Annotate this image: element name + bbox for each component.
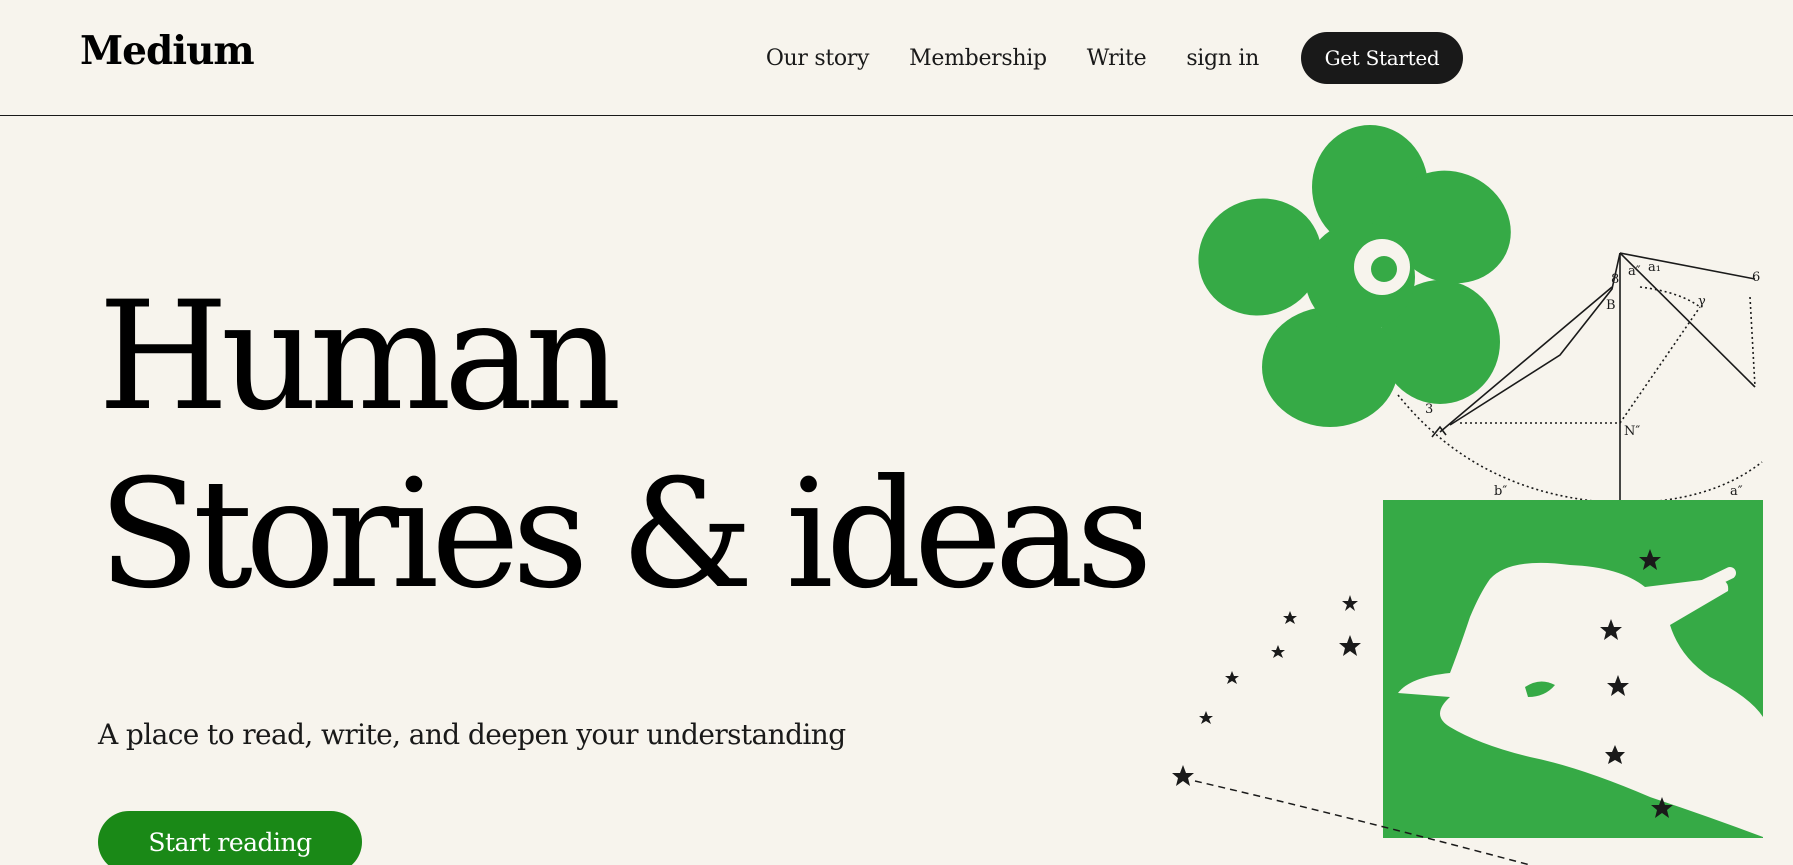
medium-logo[interactable]: Medium (80, 28, 255, 74)
hero-title: Human Stories & ideas (98, 268, 1153, 624)
label-a1: a₁ (1648, 260, 1661, 275)
label-gamma: γ (1698, 294, 1706, 309)
hero-illustration: B N″ E 3 6 8 a₁ a″ γ b″ a″ (1172, 125, 1763, 865)
nav-sign-in-link[interactable]: sign in (1186, 46, 1259, 71)
hero-title-line-2: Stories & ideas (98, 448, 1153, 622)
nav-our-story-link[interactable]: Our story (766, 46, 870, 71)
writing-hand-illustration (1383, 500, 1763, 838)
flower-illustration (1198, 125, 1511, 427)
label-three: 3 (1425, 402, 1433, 417)
top-nav: Our story Membership Write sign in Get S… (766, 0, 1793, 116)
label-b: B (1606, 298, 1616, 313)
nav-write-link[interactable]: Write (1087, 46, 1147, 71)
hero-subtitle: A place to read, write, and deepen your … (98, 718, 846, 751)
label-a2: a″ (1628, 264, 1641, 279)
label-b2: b″ (1494, 484, 1507, 499)
label-six: 6 (1752, 270, 1760, 285)
site-header: Medium Our story Membership Write sign i… (0, 0, 1793, 116)
nav-membership-link[interactable]: Membership (909, 46, 1047, 71)
hero-title-line-1: Human (98, 270, 622, 444)
label-n: N″ (1624, 424, 1640, 439)
start-reading-button[interactable]: Start reading (98, 811, 362, 865)
label-eight: 8 (1611, 272, 1619, 287)
label-a3: a″ (1730, 484, 1743, 499)
get-started-button[interactable]: Get Started (1301, 32, 1463, 84)
